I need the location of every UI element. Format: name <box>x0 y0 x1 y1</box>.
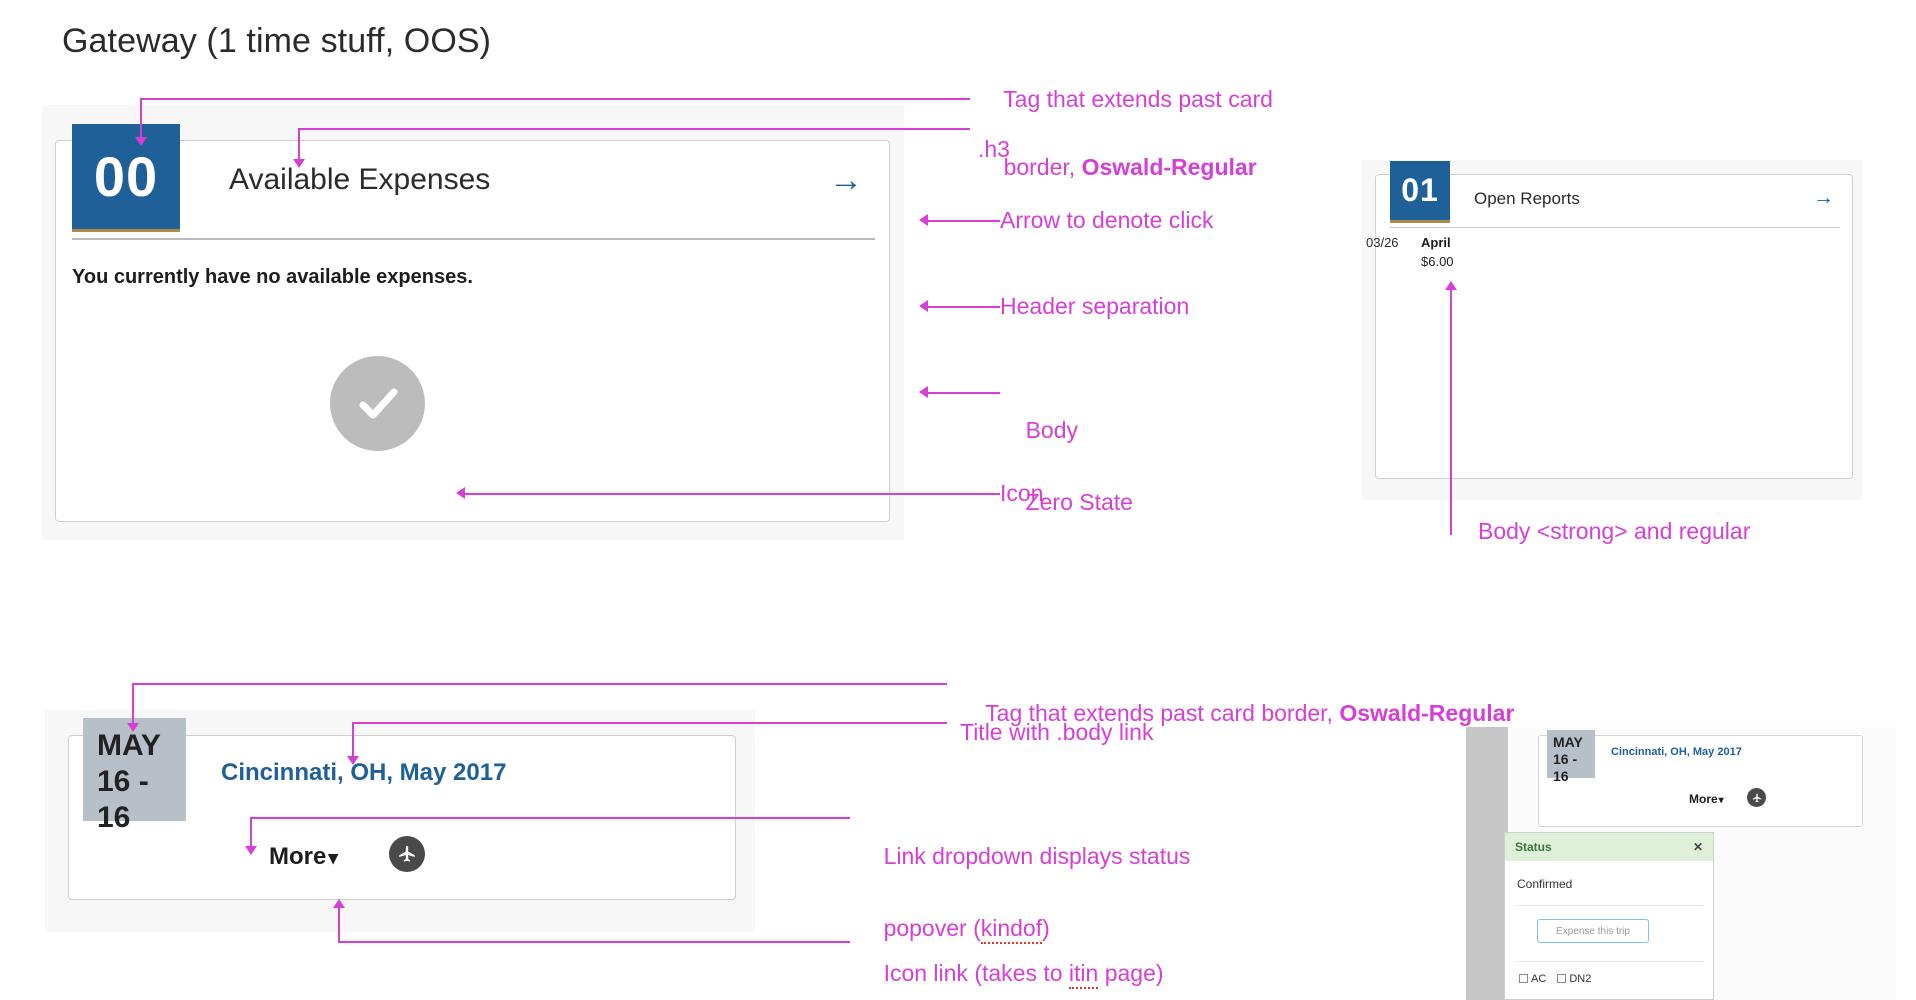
mini-trip-month-label: MAY <box>1553 734 1583 750</box>
leader-line-h3 <box>298 128 970 130</box>
page-title: Gateway (1 time stuff, OOS) <box>62 22 492 60</box>
check-circle-icon <box>330 356 425 451</box>
leader-arrowhead-body-zero-state <box>919 386 928 398</box>
annotation-icon-link: Icon link (takes to itin page) <box>858 925 1164 1000</box>
open-reports-row-date: 03/26 <box>1366 235 1399 250</box>
mini-airplane-icon-button[interactable] <box>1747 788 1766 807</box>
card-available-expenses[interactable]: 00 Available Expenses → You currently ha… <box>55 124 890 522</box>
mini-left-gutter <box>1466 727 1508 1000</box>
annotation-trip-tag-bold: Oswald-Regular <box>1339 700 1515 726</box>
open-reports-tag-label: 01 <box>1401 172 1439 208</box>
mini-trip-more-label: More <box>1689 792 1718 806</box>
available-expenses-arrow-icon[interactable]: → <box>829 163 863 197</box>
leader-arrowhead-title-body-link <box>347 756 359 765</box>
leader-line-body-zero-state <box>928 392 1000 394</box>
leader-line-link-dropdown <box>250 817 850 819</box>
annotation-link-dropdown-line1: Link dropdown displays status <box>883 843 1191 869</box>
mini-trip-card[interactable]: MAY 16 - 16 Cincinnati, OH, May 2017 Mor… <box>1538 730 1863 827</box>
mini-trip-title[interactable]: Cincinnati, OH, May 2017 <box>1611 746 1742 758</box>
status-popover-checkboxes[interactable]: AC DN2 <box>1519 973 1591 985</box>
leader-line-icon-link <box>338 941 850 943</box>
trip-more-label: More <box>269 843 327 870</box>
leader-line-trip-tag-drop <box>132 683 134 724</box>
leader-line-icon <box>465 493 1000 495</box>
open-reports-number-tag: 01 <box>1390 161 1450 223</box>
airplane-icon-button[interactable] <box>389 836 425 872</box>
checkbox-dn2[interactable] <box>1557 974 1567 983</box>
status-popover-title: Status <box>1515 840 1552 854</box>
annotation-body-label: Body <box>1025 417 1078 443</box>
annotation-tag-extends-line1: Tag that extends past card <box>1003 86 1273 112</box>
trip-title[interactable]: Cincinnati, OH, May 2017 <box>221 759 506 787</box>
mini-chevron-down-icon: ▾ <box>1718 795 1724 806</box>
leader-line-icon-link-up <box>338 908 340 943</box>
leader-line-tag-extends <box>140 98 970 100</box>
annotation-icon-link-dotted: itin <box>1068 960 1099 989</box>
open-reports-header-separator <box>1390 227 1840 228</box>
annotation-body-zero-state: Body Zero State <box>1000 376 1133 556</box>
mini-screenshot: MAY 16 - 16 Cincinnati, OH, May 2017 Mor… <box>1466 727 1896 1000</box>
annotation-icon-link-prefix: Icon link (takes to <box>883 960 1069 986</box>
trip-more-link[interactable]: More ▾ <box>269 843 338 871</box>
trip-month-tag: MAY 16 - 16 <box>83 718 186 834</box>
annotation-header-separation: Header separation <box>1000 293 1190 319</box>
leader-arrowhead-tag-extends <box>135 137 147 146</box>
checkbox-ac[interactable] <box>1519 974 1528 983</box>
leader-arrowhead-trip-tag <box>127 723 139 732</box>
annotation-tag-extends: Tag that extends past card border, Oswal… <box>978 48 1273 218</box>
open-reports-row-amount: $6.00 <box>1421 254 1454 269</box>
leader-arrowhead-header-separation <box>919 300 928 312</box>
annotation-icon-link-suffix: page) <box>1098 960 1164 986</box>
status-popover-header: Status ✕ <box>1505 833 1713 861</box>
available-expenses-number-tag: 00 <box>72 124 180 232</box>
leader-line-header-separation <box>928 306 1000 308</box>
leader-arrowhead-arrow-click <box>919 214 928 226</box>
leader-arrowhead-h3 <box>293 159 305 168</box>
mini-trip-month-tag: MAY 16 - 16 <box>1547 730 1595 784</box>
card-open-reports[interactable]: 01 Open Reports → 03/26 April $6.00 <box>1366 161 1853 479</box>
leader-line-arrow-click <box>928 220 1000 222</box>
annotation-tag-extends-line2-bold: Oswald-Regular <box>1081 154 1257 180</box>
available-expenses-header-separator <box>72 238 875 240</box>
close-icon[interactable]: ✕ <box>1693 840 1703 854</box>
status-popover-divider-2 <box>1517 961 1703 962</box>
leader-arrowhead-icon-link <box>333 899 345 908</box>
trip-days-label: 16 - 16 <box>97 765 149 834</box>
annotation-body-strong: Body <strong> and regular <box>1478 518 1751 544</box>
open-reports-arrow-icon[interactable]: → <box>1813 187 1834 208</box>
status-popover-divider-1 <box>1517 905 1703 906</box>
leader-line-tag-extends-drop <box>140 98 142 138</box>
available-expenses-body-text: You currently have no available expenses… <box>72 266 473 288</box>
available-expenses-heading: Available Expenses <box>229 163 491 196</box>
annotation-tag-extends-line2-prefix: border, <box>1003 154 1082 180</box>
trip-month-label: MAY <box>97 729 161 762</box>
available-expenses-tag-label: 00 <box>93 145 159 208</box>
leader-line-trip-tag <box>132 683 947 685</box>
leader-arrowhead-icon <box>456 487 465 499</box>
leader-line-link-dropdown-drop <box>250 817 252 847</box>
annotation-title-body-link: Title with .body link <box>960 719 1154 745</box>
annotation-arrow-click: Arrow to denote click <box>1000 207 1214 233</box>
expense-this-trip-button[interactable]: Expense this trip <box>1537 919 1649 943</box>
leader-arrowhead-body-strong <box>1445 281 1457 290</box>
leader-line-body-strong <box>1450 290 1452 535</box>
mini-trip-more-link[interactable]: More▾ <box>1689 792 1724 806</box>
mini-trip-days-label: 16 - 16 <box>1553 751 1578 784</box>
checkbox-ac-label: AC <box>1531 973 1547 985</box>
annotation-h3: .h3 <box>978 136 1010 162</box>
open-reports-heading: Open Reports <box>1474 189 1580 208</box>
annotation-icon: Icon <box>1000 480 1044 506</box>
status-popover[interactable]: Status ✕ Confirmed Expense this trip AC … <box>1504 832 1714 1000</box>
leader-line-h3-drop <box>298 128 300 160</box>
leader-line-title-body-link <box>352 722 947 724</box>
open-reports-row-name: April <box>1421 235 1451 250</box>
checkbox-dn2-label: DN2 <box>1569 973 1592 985</box>
leader-arrowhead-link-dropdown <box>245 846 257 855</box>
expense-this-trip-label: Expense this trip <box>1556 925 1630 937</box>
leader-line-title-body-link-drop <box>352 722 354 757</box>
screenshot-canvas: Gateway (1 time stuff, OOS) 00 Available… <box>0 0 1916 1000</box>
status-popover-value: Confirmed <box>1517 877 1573 891</box>
chevron-down-icon: ▾ <box>328 848 338 869</box>
